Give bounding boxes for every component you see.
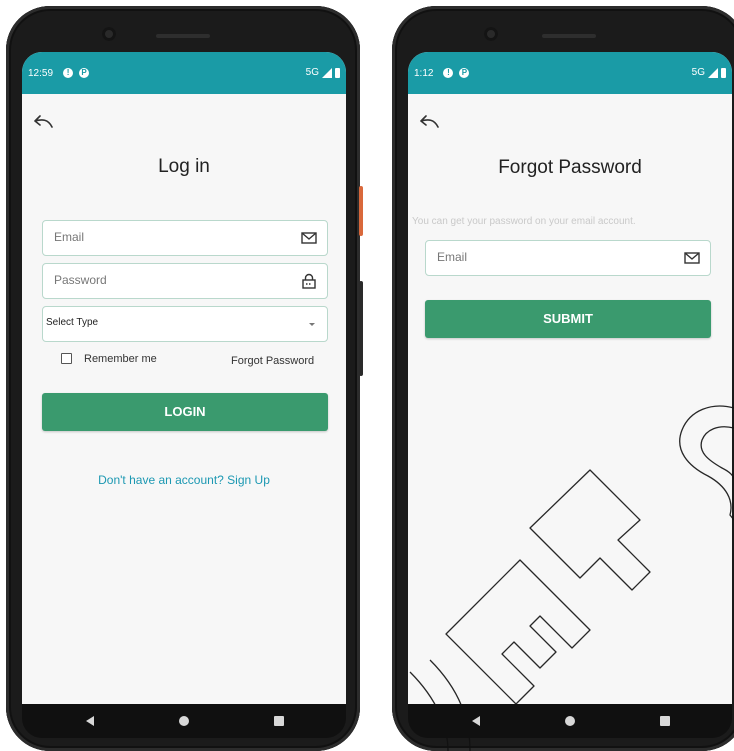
phone-login: 12:59 ! P 5G Log in Email Password Selec…: [6, 6, 363, 751]
speaker-grille: [542, 34, 596, 38]
password-field[interactable]: Password: [42, 263, 328, 299]
nav-recents-icon[interactable]: [274, 716, 284, 726]
signal-icon: [708, 67, 718, 78]
page-title: Forgot Password: [498, 157, 642, 178]
page-title: Log in: [158, 156, 210, 177]
email-placeholder: Email: [54, 230, 85, 244]
password-placeholder: Password: [54, 273, 107, 287]
envelope-icon: [301, 232, 317, 244]
notification-icon: !: [443, 68, 454, 78]
forgot-password-screen: 1:12 ! P 5G Forgot Password You can get …: [408, 52, 732, 704]
back-arrow-icon[interactable]: [418, 112, 440, 132]
nav-recents-icon[interactable]: [660, 716, 670, 726]
nav-back-icon[interactable]: [86, 716, 94, 726]
email-field[interactable]: Email: [425, 240, 711, 276]
remember-label: Remember me: [84, 353, 157, 365]
nav-home-icon[interactable]: [179, 716, 189, 726]
nav-back-icon[interactable]: [472, 716, 480, 726]
speaker-grille: [156, 34, 210, 38]
nav-bar: [22, 704, 346, 738]
status-bar: 12:59 ! P 5G: [22, 52, 346, 94]
notification-icon: !: [63, 68, 74, 78]
type-select[interactable]: Select Type: [42, 306, 328, 342]
app-notification-icon: P: [459, 68, 470, 78]
remember-checkbox[interactable]: [61, 353, 72, 364]
envelope-icon: [684, 252, 700, 264]
login-button[interactable]: LOGIN: [42, 393, 328, 431]
forgot-password-link[interactable]: Forgot Password: [231, 355, 314, 367]
signup-link[interactable]: Don't have an account? Sign Up: [22, 473, 346, 487]
network-label: 5G: [691, 67, 705, 78]
battery-icon: [335, 67, 340, 78]
volume-button: [359, 281, 363, 376]
signal-icon: [322, 67, 332, 78]
status-right: 5G: [306, 67, 340, 78]
hint-text: You can get your password on your email …: [412, 216, 636, 227]
phone-forgot-password: 1:12 ! P 5G Forgot Password You can get …: [392, 6, 734, 751]
front-camera: [484, 27, 498, 41]
status-right: 5G: [692, 67, 726, 78]
nav-home-icon[interactable]: [565, 716, 575, 726]
front-camera: [102, 27, 116, 41]
status-time: 1:12: [414, 67, 434, 79]
nav-bar: [408, 704, 732, 738]
lock-icon: [302, 273, 316, 289]
status-time: 12:59: [28, 67, 54, 79]
app-notification-icon: P: [79, 68, 90, 78]
status-bar: 1:12 ! P 5G: [408, 52, 732, 94]
submit-button[interactable]: SUBMIT: [425, 300, 711, 338]
network-label: 5G: [305, 67, 319, 78]
email-field[interactable]: Email: [42, 220, 328, 256]
select-value: Select Type: [46, 317, 99, 328]
back-arrow-icon[interactable]: [32, 112, 54, 132]
side-button: [359, 186, 363, 236]
caret-down-icon: [309, 323, 315, 326]
battery-icon: [721, 67, 726, 78]
login-screen: 12:59 ! P 5G Log in Email Password Selec…: [22, 52, 346, 704]
email-placeholder: Email: [437, 250, 468, 264]
